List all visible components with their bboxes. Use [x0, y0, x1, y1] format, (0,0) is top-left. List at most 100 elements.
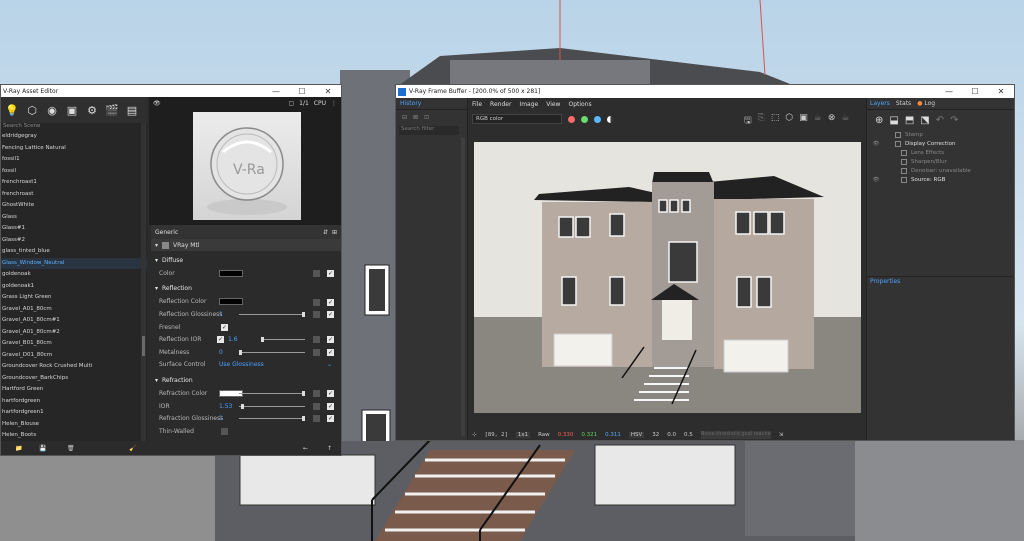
thin-walled-checkbox[interactable] [221, 427, 228, 435]
material-list-item[interactable]: Glass#2 [1, 235, 147, 247]
refraction-color-slider[interactable] [239, 391, 305, 397]
render-icon[interactable]: 🎬 [105, 103, 119, 117]
slider-knob[interactable] [302, 312, 305, 318]
upload-icon[interactable]: ↑ [327, 445, 332, 452]
render-canvas[interactable] [474, 142, 861, 413]
geometry-icon[interactable]: ⬡ [25, 103, 39, 117]
refraction-section[interactable]: ▾ Refraction [151, 373, 341, 387]
slider-knob[interactable] [302, 416, 305, 422]
interactive-render-icon[interactable]: ▣ [799, 113, 808, 129]
vfb-titlebar[interactable]: V-Ray Frame Buffer - [200.0% of 500 x 28… [396, 85, 1014, 98]
vfb-window[interactable]: V-Ray Frame Buffer - [200.0% of 500 x 28… [395, 84, 1015, 441]
material-list-item[interactable]: Fencing Lattice Natural [1, 143, 147, 155]
maximize-button[interactable]: ☐ [289, 87, 315, 96]
preview-device[interactable]: CPU [314, 100, 326, 107]
reflection-color-swatch[interactable] [219, 298, 243, 306]
slider-knob[interactable] [302, 391, 305, 397]
material-list-item[interactable]: Glass#1 [1, 223, 147, 235]
layer-checkbox[interactable] [895, 131, 901, 138]
scrollbar-thumb[interactable] [142, 336, 145, 356]
slider-knob[interactable] [261, 337, 264, 343]
layer-row[interactable]: Lens Effects [867, 148, 1014, 157]
enable-checkbox[interactable]: ✓ [327, 270, 334, 277]
delete-icon[interactable]: 🗑 [67, 445, 75, 452]
material-list-item[interactable]: fossil [1, 166, 147, 178]
material-list-item[interactable]: frenchroast [1, 189, 147, 201]
color-mode-select[interactable]: HSV [628, 432, 645, 438]
material-list-item[interactable]: Groundcover_BarkChips [1, 373, 147, 385]
reflection-ior-value[interactable]: 1.6 [228, 336, 238, 343]
menu-view[interactable]: View [546, 101, 560, 108]
material-list-item[interactable]: goldenoak1 [1, 281, 147, 293]
visibility-eye-icon[interactable]: 👁 [871, 177, 881, 183]
material-list-item[interactable]: goldenoak [1, 269, 147, 281]
render-icon[interactable]: ☕ [841, 113, 849, 129]
layer-checkbox[interactable] [901, 167, 907, 174]
history-search-input[interactable]: Search filter [399, 126, 459, 135]
refraction-glossiness-value[interactable]: 1 [219, 415, 229, 422]
material-list-item[interactable]: Helen_Blouse [1, 419, 147, 431]
texture-slot-button[interactable] [313, 390, 320, 398]
alpha-channel-button[interactable] [607, 115, 614, 123]
layer-row[interactable]: Denoiser: unavailable [867, 166, 1014, 175]
enable-checkbox[interactable]: ✓ [327, 415, 334, 423]
redo-icon[interactable]: ↷ [950, 115, 958, 126]
save-image-icon[interactable]: 🖫 [744, 113, 752, 129]
enable-checkbox[interactable]: ✓ [327, 390, 334, 398]
texture-slot-button[interactable] [313, 311, 320, 319]
undo-icon[interactable]: ↶ [936, 115, 944, 126]
menu-render[interactable]: Render [490, 101, 511, 108]
surface-control-dropdown[interactable]: Use Glossiness [219, 361, 264, 368]
layer-checkbox[interactable] [901, 158, 907, 165]
material-list-item[interactable]: glass_tinted_blue [1, 246, 147, 258]
region-render-icon[interactable]: ⬚ [771, 113, 780, 129]
material-list-item[interactable]: Gravel_A01_80cm [1, 304, 147, 316]
enable-checkbox[interactable]: ✓ [327, 348, 334, 356]
save-all-icon[interactable]: ⎘ [758, 113, 765, 129]
collapse-arrow-icon[interactable]: ▾ [155, 285, 158, 292]
lights-icon[interactable]: 💡 [5, 103, 19, 117]
save-icon[interactable]: ⇵ [323, 229, 328, 236]
texture-slot-button[interactable] [313, 336, 320, 344]
layer-row[interactable]: Sharpen/Blur [867, 157, 1014, 166]
eye-icon[interactable]: 👁 [153, 100, 161, 107]
open-folder-icon[interactable]: 📁 [15, 445, 22, 452]
enable-checkbox[interactable]: ✓ [327, 402, 334, 410]
collapse-arrow-icon[interactable]: ▾ [155, 377, 158, 384]
asset-editor-titlebar[interactable]: V-Ray Asset Editor — ☐ ✕ [1, 85, 341, 97]
material-list-scrollbar[interactable] [141, 123, 146, 441]
save-file-icon[interactable]: 💾 [39, 445, 46, 452]
layer-row[interactable]: 👁 Source: RGB [867, 175, 1014, 184]
settings-gear-icon[interactable]: ⚙ [85, 103, 99, 117]
minimize-button[interactable]: — [263, 87, 289, 96]
render-teapot-icon[interactable]: ☕ [814, 113, 822, 129]
menu-options[interactable]: Options [568, 101, 591, 108]
tab-layers[interactable]: Layers [870, 100, 890, 107]
expand-icon[interactable]: ⇲ [779, 432, 784, 438]
texture-slot-button[interactable] [313, 402, 320, 410]
material-list-item[interactable]: hartfordgreen1 [1, 407, 147, 419]
load-layers-icon[interactable]: ⬒ [905, 115, 914, 126]
green-channel-button[interactable] [581, 115, 588, 123]
textures-icon[interactable]: ▣ [65, 103, 79, 117]
material-list-item[interactable]: Gravel_A01_80cm#1 [1, 315, 147, 327]
material-list-item[interactable]: Groundcover Rock Crushed Multi [1, 361, 147, 373]
add-layer-icon[interactable]: ⊕ [875, 115, 883, 126]
maximize-button[interactable]: ☐ [962, 87, 988, 96]
pick-icon[interactable]: ⊹ [472, 432, 477, 438]
reflection-section[interactable]: ▾ Reflection [151, 282, 341, 296]
diffuse-color-swatch[interactable] [219, 269, 243, 277]
cleanup-icon[interactable]: 🧹 [129, 445, 136, 452]
enable-checkbox[interactable]: ✓ [327, 311, 334, 319]
frame-buffer-icon[interactable]: ▤ [125, 103, 139, 117]
reflection-glossiness-value[interactable]: 1 [219, 311, 229, 318]
metalness-slider[interactable] [239, 349, 305, 355]
save-layers-icon[interactable]: ⬓ [889, 115, 898, 126]
material-list-item[interactable]: fossil1 [1, 154, 147, 166]
reflection-glossiness-slider[interactable] [239, 312, 305, 318]
tab-stats[interactable]: Stats [896, 100, 911, 107]
history-scrollbar[interactable] [461, 138, 465, 436]
minimize-button[interactable]: — [936, 87, 962, 96]
asset-editor-window[interactable]: V-Ray Asset Editor — ☐ ✕ 💡 ⬡ ◉ ▣ ⚙ 🎬 ▤ S… [0, 84, 342, 456]
diffuse-section[interactable]: ▾ Diffuse [151, 253, 341, 267]
